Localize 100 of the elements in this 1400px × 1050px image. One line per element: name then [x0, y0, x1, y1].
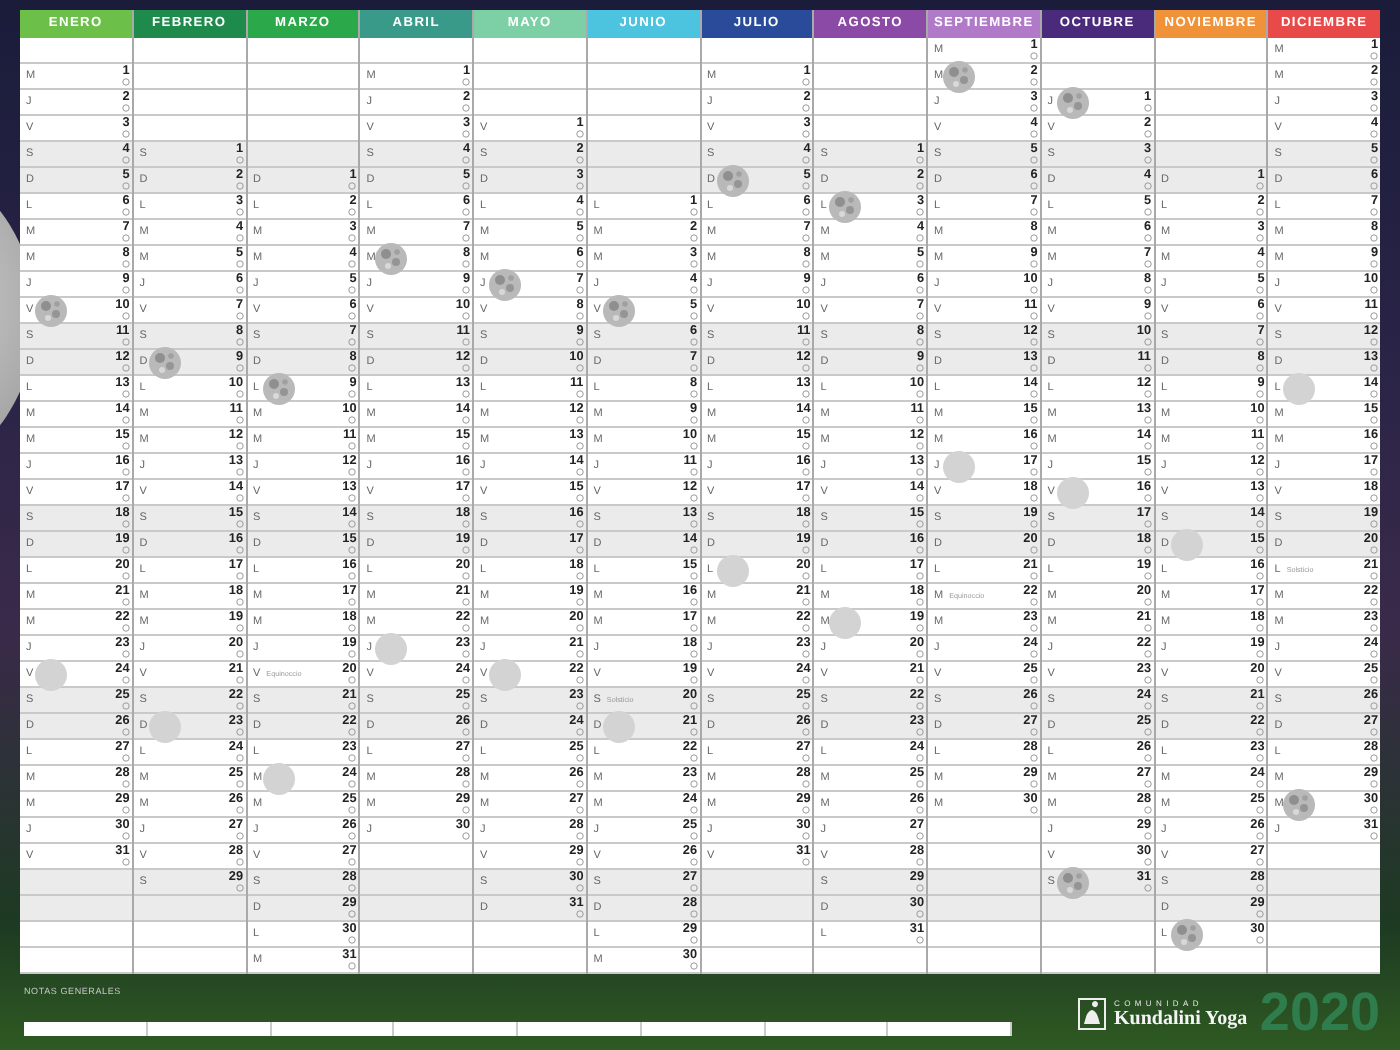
day-circle-icon: [1256, 468, 1265, 476]
day-circle-icon: [1143, 832, 1151, 840]
day-circle-icon: [689, 754, 697, 762]
day-circle-icon: [802, 624, 811, 632]
day-circle-icon: [1370, 182, 1378, 190]
day-circle-icon: [1256, 780, 1265, 788]
day-circle-icon: [1256, 884, 1265, 892]
day-circle-icon: [121, 260, 130, 268]
day-circle-icon: [689, 936, 697, 944]
day-circle-icon: [348, 234, 357, 242]
day-circle-icon: [1370, 728, 1378, 736]
day-circle-icon: [575, 208, 584, 216]
day-circle-icon: [1029, 728, 1038, 736]
day-circle-icon: [1256, 442, 1265, 450]
day-circle-icon: [802, 130, 811, 138]
full-moon-icon: [1055, 86, 1090, 120]
day-circle-icon: [1256, 390, 1265, 398]
day-circle-icon: [1029, 494, 1038, 502]
day-circle-icon: [1370, 494, 1378, 502]
day-circle-icon: [575, 832, 584, 840]
day-circle-icon: [121, 182, 130, 190]
day-circle-icon: [348, 650, 357, 658]
day-circle-icon: [348, 858, 357, 866]
day-circle-icon: [462, 702, 470, 710]
day-circle-icon: [1029, 442, 1038, 450]
day-circle-icon: [575, 546, 584, 554]
day-circle-icon: [1256, 806, 1265, 814]
day-circle-icon: [916, 572, 924, 580]
day-circle-icon: [1143, 520, 1151, 528]
day-circle-icon: [1256, 572, 1265, 580]
day-circle-icon: [689, 234, 697, 242]
day-circle-icon: [1370, 364, 1378, 372]
day-circle-icon: [802, 468, 811, 476]
day-circle-icon: [1143, 754, 1151, 762]
day-circle-icon: [1370, 780, 1378, 788]
day-circle-icon: [575, 910, 584, 918]
day-circle-icon: [348, 572, 357, 580]
day-circle-icon: [689, 338, 697, 346]
day-circle-icon: [348, 364, 357, 372]
day-circle-icon: [1029, 598, 1038, 606]
day-circle-icon: [689, 884, 697, 892]
day-circle-icon: [121, 624, 130, 632]
day-circle-icon: [802, 780, 811, 788]
day-circle-icon: [575, 286, 584, 294]
day-circle-icon: [462, 364, 470, 372]
day-circle-icon: [348, 442, 357, 450]
day-circle-icon: [1143, 650, 1151, 658]
day-circle-icon: [462, 728, 470, 736]
day-circle-icon: [235, 754, 243, 762]
day-circle-icon: [689, 598, 697, 606]
day-circle-icon: [575, 650, 584, 658]
day-circle-icon: [916, 416, 924, 424]
day-circle-icon: [121, 208, 130, 216]
day-circle-icon: [689, 650, 697, 658]
day-circle-icon: [1370, 52, 1378, 60]
day-circle-icon: [1143, 260, 1151, 268]
day-circle-icon: [802, 546, 811, 554]
day-circle-icon: [916, 286, 924, 294]
day-circle-icon: [121, 806, 130, 814]
day-circle-icon: [575, 676, 584, 684]
day-circle-icon: [348, 754, 357, 762]
day-circle-icon: [348, 286, 357, 294]
day-circle-icon: [1143, 858, 1151, 866]
day-circle-icon: [916, 494, 924, 502]
day-circle-icon: [1370, 286, 1378, 294]
day-circle-icon: [1256, 208, 1265, 216]
day-circle-icon: [1029, 364, 1038, 372]
day-circle-icon: [348, 884, 357, 892]
day-circle-icon: [1370, 260, 1378, 268]
day-circle-icon: [689, 468, 697, 476]
day-circle-icon: [1143, 494, 1151, 502]
day-circle-icon: [689, 520, 697, 528]
day-circle-icon: [802, 208, 811, 216]
day-circle-icon: [1256, 494, 1265, 502]
day-circle-icon: [916, 702, 924, 710]
day-circle-icon: [575, 572, 584, 580]
day-circle-icon: [1029, 130, 1038, 138]
day-circle-icon: [1370, 416, 1378, 424]
day-circle-icon: [121, 546, 130, 554]
day-circle-icon: [802, 156, 811, 164]
day-circle-icon: [235, 572, 243, 580]
day-circle-icon: [1143, 702, 1151, 710]
day-circle-icon: [575, 494, 584, 502]
day-circle-icon: [235, 650, 243, 658]
day-circle-icon: [348, 468, 357, 476]
day-circle-icon: [1029, 754, 1038, 762]
day-circle-icon: [689, 676, 697, 684]
day-circle-icon: [689, 286, 697, 294]
day-circle-icon: [575, 702, 584, 710]
day-circle-icon: [689, 702, 697, 710]
day-circle-icon: [1029, 156, 1038, 164]
day-circle-icon: [575, 364, 584, 372]
day-circle-icon: [916, 910, 924, 918]
day-circle-icon: [1370, 572, 1378, 580]
day-circle-icon: [802, 494, 811, 502]
day-circle-icon: [802, 572, 811, 580]
day-circle-icon: [235, 832, 243, 840]
day-circle-icon: [916, 442, 924, 450]
day-circle-icon: [802, 806, 811, 814]
logo-name: Kundalini Yoga: [1114, 1008, 1248, 1030]
